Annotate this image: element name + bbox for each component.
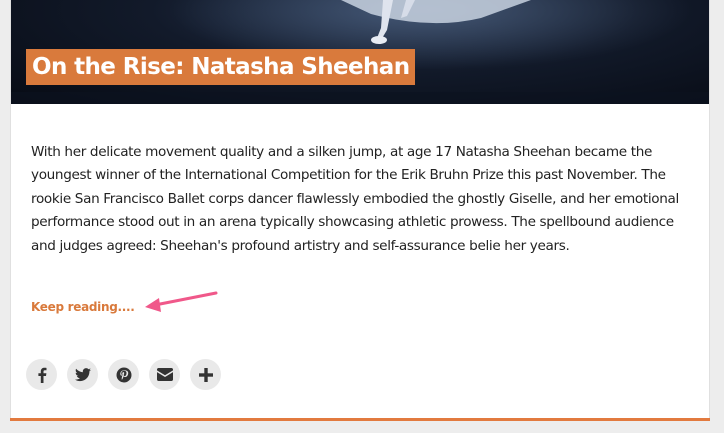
card-bottom-accent (10, 418, 710, 421)
more-share-button[interactable] (190, 359, 221, 390)
email-icon (156, 368, 173, 381)
facebook-icon (37, 367, 46, 383)
article-card: On the Rise: Natasha Sheehan With her de… (10, 0, 710, 418)
annotation-arrow-icon (145, 291, 218, 312)
article-excerpt: With her delicate movement quality and a… (31, 144, 679, 254)
hero-image: On the Rise: Natasha Sheehan (11, 0, 709, 104)
email-share-button[interactable] (149, 359, 180, 390)
plus-icon (198, 367, 213, 382)
facebook-share-button[interactable] (26, 359, 57, 390)
pinterest-share-button[interactable] (108, 359, 139, 390)
share-buttons (26, 359, 221, 390)
pinterest-icon (116, 367, 131, 382)
article-title[interactable]: On the Rise: Natasha Sheehan (26, 49, 416, 85)
twitter-share-button[interactable] (67, 359, 98, 390)
keep-reading-link[interactable]: Keep reading.... (31, 300, 135, 314)
twitter-icon (74, 367, 91, 381)
